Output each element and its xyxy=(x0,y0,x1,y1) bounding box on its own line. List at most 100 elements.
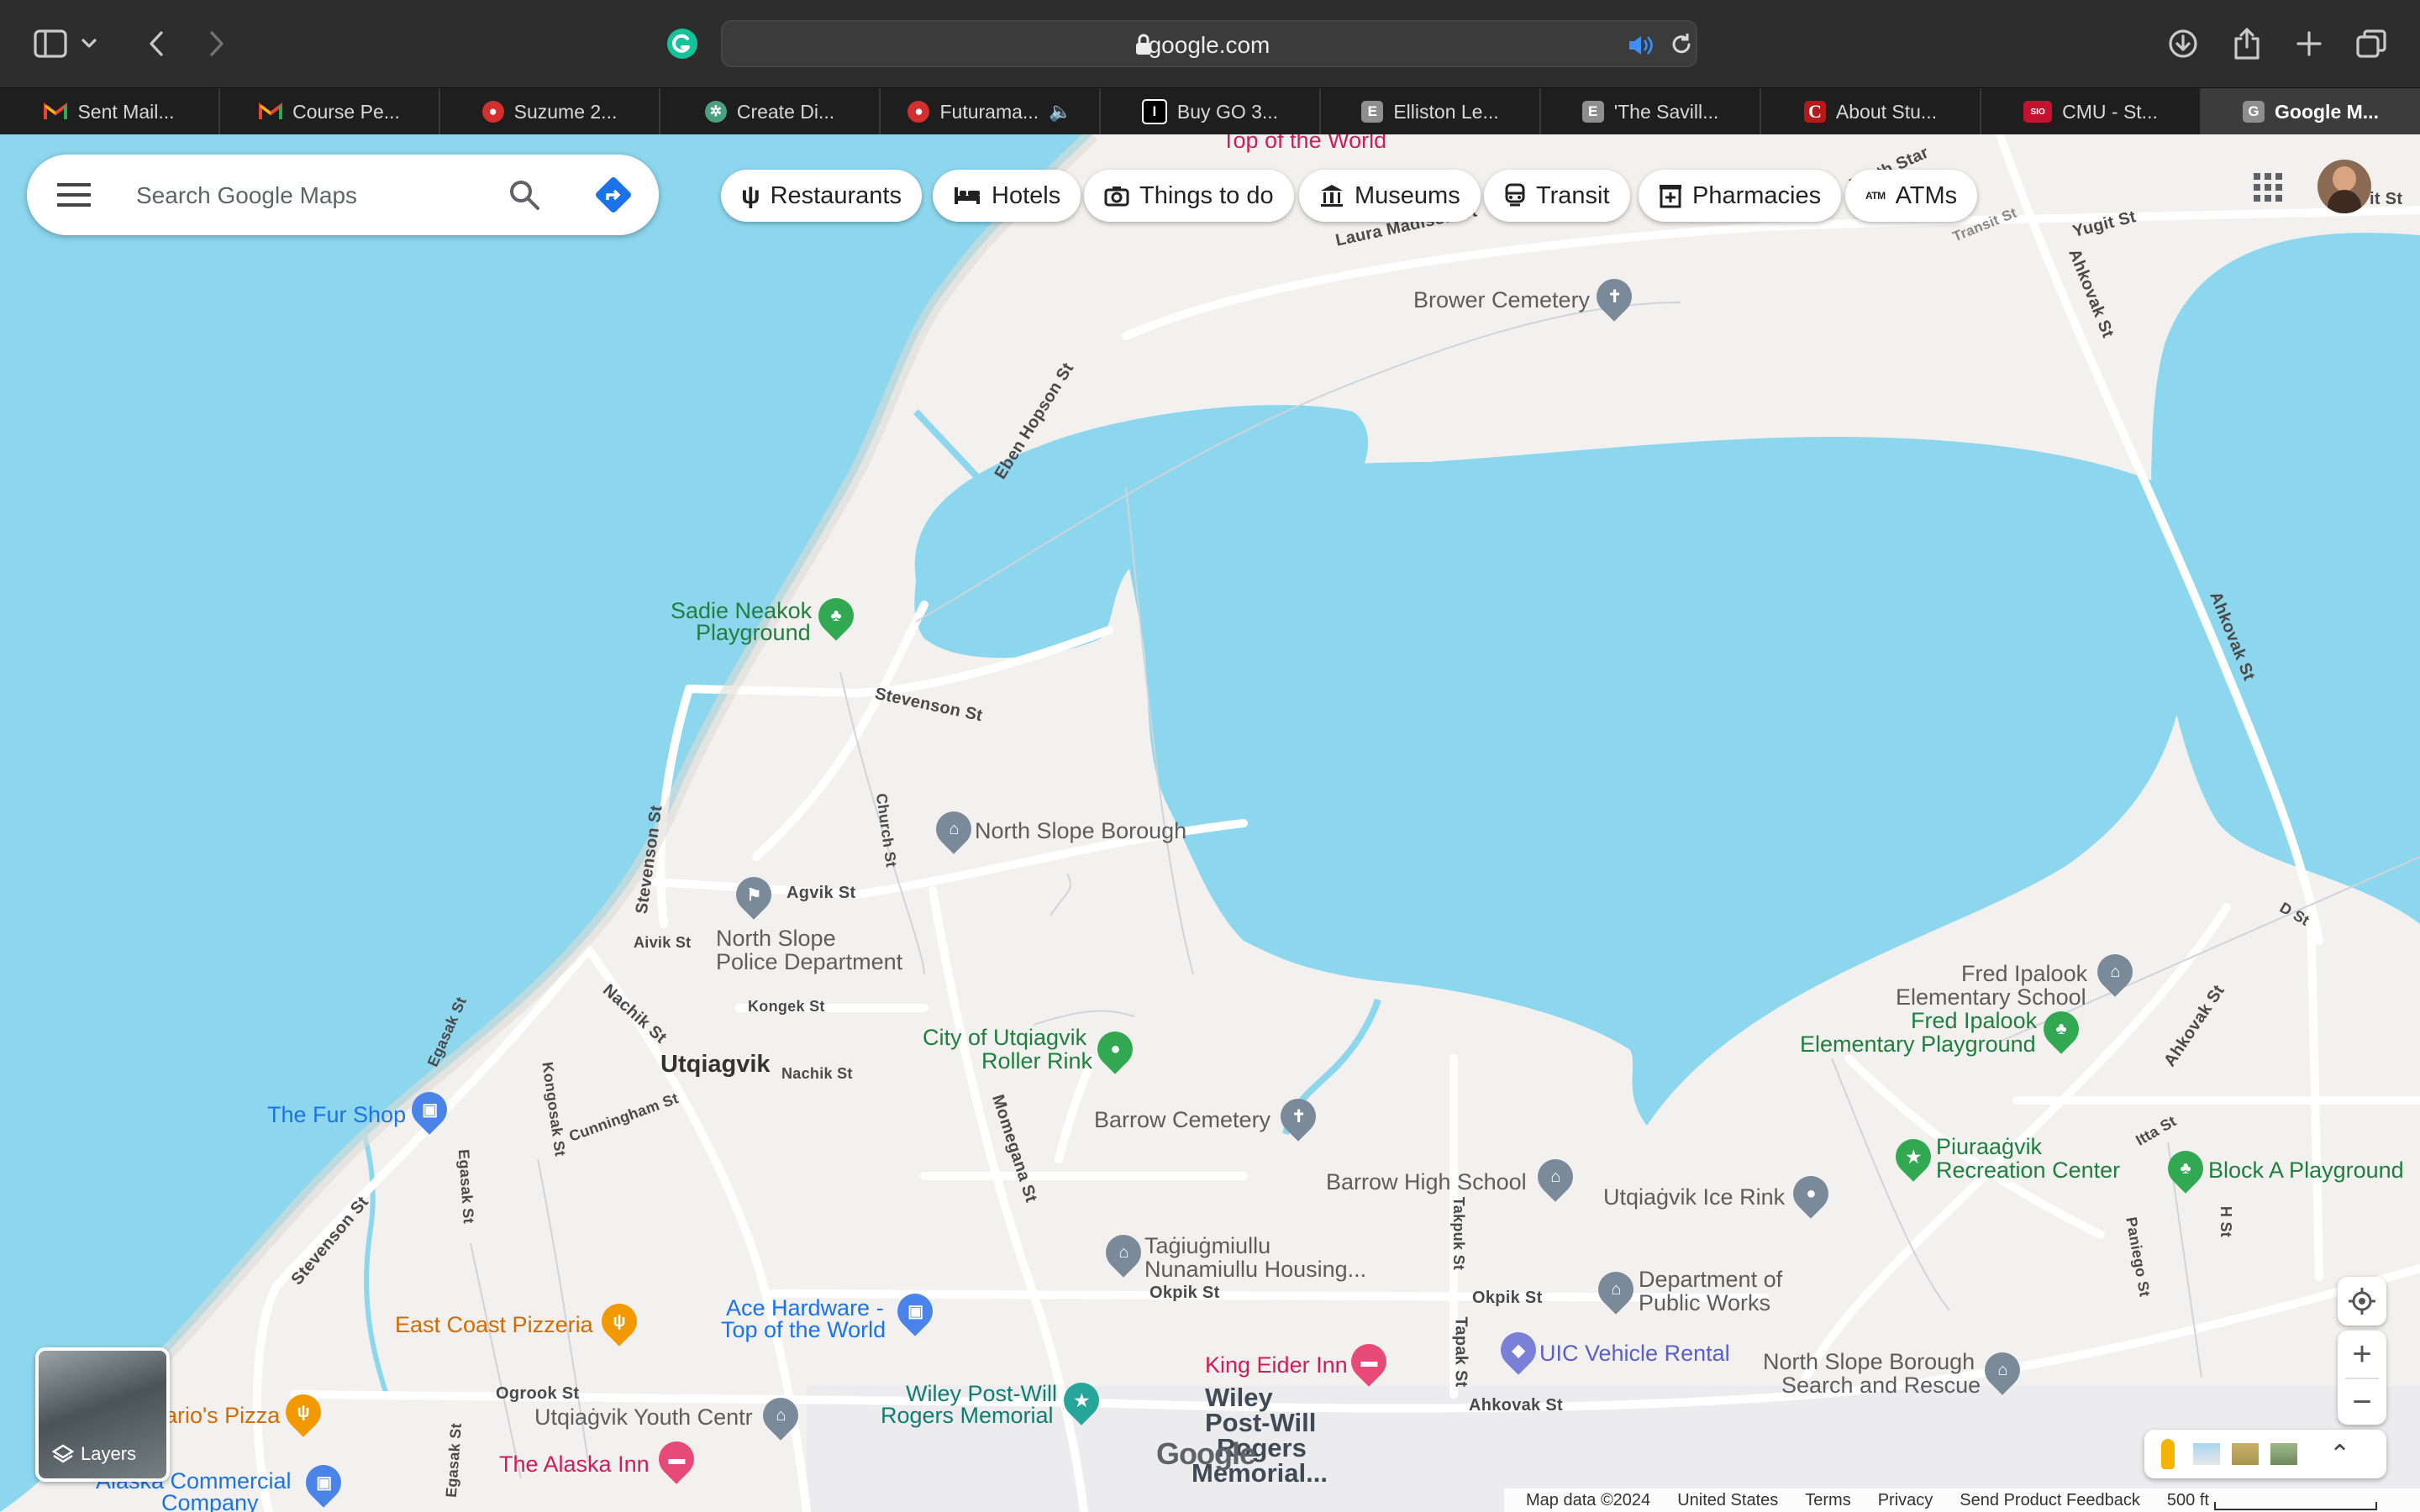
place-label[interactable]: Utqiaġvik Youth Centr xyxy=(534,1406,753,1429)
place-label[interactable]: Ace Hardware - xyxy=(726,1297,884,1320)
street-view-thumbnail[interactable] xyxy=(2270,1443,2297,1465)
sidebar-toggle-icon[interactable] xyxy=(25,20,76,67)
pegman-icon[interactable] xyxy=(2161,1439,2175,1469)
chip-restaurants[interactable]: ψ Restaurants xyxy=(721,170,922,222)
bed-icon xyxy=(955,187,980,204)
landmark-label[interactable]: Wiley xyxy=(1205,1384,1273,1410)
place-label[interactable]: Piuraaġvik xyxy=(1936,1136,2042,1158)
place-label[interactable]: Recreation Center xyxy=(1936,1159,2120,1182)
zoom-in-button[interactable]: + xyxy=(2352,1331,2371,1378)
reload-icon[interactable] xyxy=(1669,32,1694,57)
layers-label: Layers xyxy=(81,1443,137,1464)
chip-hotels[interactable]: Hotels xyxy=(933,170,1081,222)
city-label[interactable]: Utqiagvik xyxy=(660,1053,771,1077)
country-link[interactable]: United States xyxy=(1677,1491,1778,1510)
directions-icon[interactable] xyxy=(593,175,634,215)
place-label[interactable]: North Slope xyxy=(716,927,836,950)
place-label[interactable]: ario's Pizza xyxy=(165,1404,280,1427)
speaker-icon[interactable]: 🔈 xyxy=(1049,101,1071,123)
place-label[interactable]: The Alaska Inn xyxy=(499,1453,650,1476)
zoom-out-button[interactable]: − xyxy=(2352,1379,2371,1425)
search-input[interactable] xyxy=(134,175,491,217)
back-button[interactable] xyxy=(131,20,182,67)
new-tab-icon[interactable] xyxy=(2284,20,2334,67)
feedback-link[interactable]: Send Product Feedback xyxy=(1960,1491,2140,1510)
place-label[interactable]: King Eider Inn xyxy=(1205,1354,1348,1377)
tab-about[interactable]: C About Stu... xyxy=(1761,88,1981,135)
tab-sent-mail[interactable]: Sent Mail... xyxy=(0,88,220,135)
place-label[interactable]: Fred Ipalook xyxy=(1911,1010,2037,1032)
place-label[interactable]: Fred Ipalook xyxy=(1961,963,2087,985)
terrain-thumbnail[interactable] xyxy=(2193,1443,2220,1465)
letter-e-icon: E xyxy=(1361,101,1384,123)
place-label[interactable]: East Coast Pizzeria xyxy=(395,1314,593,1336)
place-label[interactable]: Elementary Playground xyxy=(1800,1033,2036,1056)
place-label[interactable]: Nunamiullu Housing... xyxy=(1144,1258,1366,1281)
place-label[interactable]: North Slope Borough xyxy=(1763,1351,1975,1373)
place-label[interactable]: North Slope Borough xyxy=(975,820,1186,843)
place-label[interactable]: Elementary School xyxy=(1896,986,2086,1009)
speaker-icon[interactable] xyxy=(1627,34,1655,57)
search-icon[interactable] xyxy=(508,178,541,212)
place-label[interactable]: City of Utqiagvik xyxy=(923,1026,1086,1049)
place-label[interactable]: Roller Rink xyxy=(981,1050,1092,1073)
terms-link[interactable]: Terms xyxy=(1805,1491,1850,1510)
gmail-icon xyxy=(44,102,68,119)
place-label[interactable]: Public Works xyxy=(1639,1292,1770,1315)
place-label[interactable]: Barrow High School xyxy=(1326,1171,1527,1194)
place-label[interactable]: Top of the World xyxy=(721,1319,886,1341)
street-label: Okpik St xyxy=(1472,1289,1543,1307)
place-label[interactable]: UIC Vehicle Rental xyxy=(1539,1342,1730,1365)
tab-create[interactable]: ✲ Create Di... xyxy=(660,88,881,135)
tab-bar: Sent Mail... Course Pe... ● Suzume 2... … xyxy=(0,87,2420,135)
place-label[interactable]: Brower Cemetery xyxy=(1413,289,1590,312)
tab-buy-go[interactable]: I Buy GO 3... xyxy=(1101,88,1321,135)
chip-transit[interactable]: Transit xyxy=(1484,170,1630,222)
address-bar[interactable]: google.com xyxy=(721,20,1697,67)
place-label[interactable]: Block A Playground xyxy=(2208,1159,2404,1182)
place-label[interactable]: Department of xyxy=(1639,1268,1782,1291)
place-label[interactable]: Company xyxy=(161,1492,259,1512)
chip-things-to-do[interactable]: Things to do xyxy=(1084,170,1294,222)
place-label[interactable]: Playground xyxy=(696,622,811,644)
tab-cmu[interactable]: SIO CMU - St... xyxy=(1981,88,2202,135)
tab-savill[interactable]: E 'The Savill... xyxy=(1541,88,1761,135)
tab-suzume[interactable]: ● Suzume 2... xyxy=(440,88,660,135)
forward-button[interactable] xyxy=(192,20,242,67)
download-icon[interactable] xyxy=(2158,20,2208,67)
share-icon[interactable] xyxy=(2222,20,2272,67)
scale-label[interactable]: 500 ft xyxy=(2167,1491,2377,1510)
tab-overview-icon[interactable] xyxy=(2346,20,2396,67)
layers-button[interactable]: Layers xyxy=(35,1347,170,1482)
place-label[interactable]: Utqiaġvik Ice Rink xyxy=(1603,1186,1785,1209)
tab-futurama[interactable]: ● Futurama... 🔈 xyxy=(881,88,1101,135)
tab-elliston[interactable]: E Elliston Le... xyxy=(1321,88,1541,135)
my-location-button[interactable] xyxy=(2338,1277,2386,1326)
place-label[interactable]: Sadie Neakok xyxy=(671,600,812,622)
satellite-thumbnail[interactable] xyxy=(2232,1443,2259,1465)
expand-icon[interactable]: ⌃ xyxy=(2329,1440,2350,1469)
map-canvas[interactable]: Top of the World Brower Cemetery ✝ Sadie… xyxy=(0,134,2420,1512)
chevron-down-icon[interactable] xyxy=(74,20,104,67)
place-label[interactable]: Wiley Post-Will xyxy=(906,1383,1057,1405)
place-label[interactable]: Taġiuġmiullu xyxy=(1144,1235,1270,1257)
tab-course[interactable]: Course Pe... xyxy=(220,88,440,135)
chip-museums[interactable]: Museums xyxy=(1299,170,1481,222)
landmark-label[interactable]: Post-Will xyxy=(1205,1410,1316,1436)
chip-atms[interactable]: ATM ATMs xyxy=(1845,170,1978,222)
tab-google-maps[interactable]: G Google M... xyxy=(2202,88,2420,135)
place-label[interactable]: Search and Rescue xyxy=(1781,1374,1981,1397)
grammarly-icon[interactable] xyxy=(657,20,708,67)
museum-icon xyxy=(1321,185,1343,207)
avatar[interactable] xyxy=(2317,160,2371,213)
place-label[interactable]: Rogers Memorial xyxy=(881,1404,1054,1427)
place-label[interactable]: The Fur Shop xyxy=(267,1104,406,1126)
chip-pharmacies[interactable]: Pharmacies xyxy=(1639,170,1842,222)
privacy-link[interactable]: Privacy xyxy=(1878,1491,1933,1510)
place-label[interactable]: Top of the World xyxy=(1222,134,1386,152)
menu-icon[interactable] xyxy=(57,183,91,207)
street-label: it St xyxy=(2370,190,2403,208)
place-label[interactable]: Barrow Cemetery xyxy=(1094,1109,1270,1131)
apps-grid-icon[interactable] xyxy=(2254,173,2282,202)
place-label[interactable]: Police Department xyxy=(716,951,902,974)
